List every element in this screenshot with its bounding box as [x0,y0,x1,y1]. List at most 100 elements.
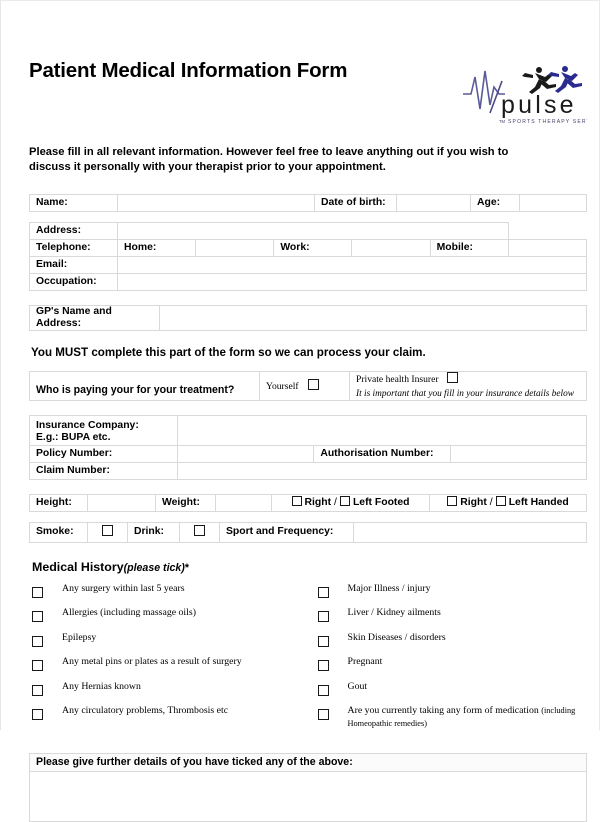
left-hand-checkbox[interactable] [495,496,506,507]
insurance-company-label-line2: E.g.: BUPA etc. [36,431,111,443]
payment-insurer-cell[interactable]: Private health Insurer It is important t… [349,370,587,401]
smoke-checkbox-cell[interactable] [87,521,128,543]
authorisation-number-input[interactable] [449,444,588,463]
checkbox-wrap [317,705,348,724]
identity-table: Name: Date of birth: Age: [29,193,587,212]
history-checkbox[interactable] [317,684,329,696]
name-label: Name: [29,193,118,212]
contact-table: Address: Telephone: Home: Work: Mobile: … [29,221,588,291]
table-row: Address: [29,221,587,240]
list-item[interactable]: Gout [317,681,588,700]
sport-input[interactable] [353,521,587,543]
left-hand-label: Left Handed [508,497,569,509]
occupation-input[interactable] [117,272,587,291]
list-item[interactable]: Are you currently taking any form of med… [317,705,588,731]
history-checkbox[interactable] [32,660,43,672]
policy-number-input[interactable] [176,444,315,463]
list-item[interactable]: Skin Diseases / disorders [317,632,588,651]
list-item[interactable]: Pregnant [317,656,588,675]
hand-separator: / [489,497,493,509]
payment-insurer-checkbox[interactable] [447,371,459,383]
history-checkbox[interactable] [317,611,329,623]
history-checkbox[interactable] [317,635,329,647]
pulse-logo: pulse SPORTS THERAPY SERVICES TM [461,61,587,127]
work-input[interactable] [351,238,431,257]
further-details-input[interactable] [29,770,587,822]
medical-history-heading: Medical History(please tick)* [32,560,587,574]
history-checkbox[interactable] [32,684,43,696]
list-item[interactable]: Major Illness / injury [317,583,588,602]
name-input[interactable] [117,193,315,212]
logo-wordmark: pulse [501,91,577,119]
list-item[interactable]: Allergies (including massage oils) [32,607,310,626]
medical-history-grid: Any surgery within last 5 years Allergie… [32,583,587,737]
work-label: Work: [273,238,353,257]
form-header: pulse SPORTS THERAPY SERVICES TM Patient… [29,60,587,133]
claim-number-input[interactable] [177,461,587,480]
further-details-section: Please give further details of you have … [29,752,587,822]
home-input[interactable] [195,238,275,257]
dob-input[interactable] [396,193,471,212]
checkbox-wrap [317,607,348,626]
list-item-label: Any metal pins or plates as a result of … [62,656,242,668]
gp-input[interactable] [159,304,587,331]
table-row [29,770,587,822]
must-complete-notice: You MUST complete this part of the form … [31,345,426,359]
email-input[interactable] [117,255,587,274]
table-row: Please give further details of you have … [29,752,587,772]
address-label: Address: [29,221,118,240]
history-checkbox[interactable] [32,635,43,647]
history-checkbox[interactable] [317,586,329,598]
handedness-cell[interactable]: Right / Left Handed [429,493,587,512]
drink-checkbox-cell[interactable] [179,521,220,543]
smoke-checkbox[interactable] [102,525,113,537]
checkbox-wrap [32,583,62,602]
further-details-table: Please give further details of you have … [29,752,587,822]
list-item-label: Any circulatory problems, Thrombosis etc [62,705,229,717]
medical-history-title: Medical History [32,559,124,574]
drink-checkbox[interactable] [194,525,205,537]
list-item[interactable]: Any circulatory problems, Thrombosis etc [32,705,310,724]
list-item[interactable]: Any surgery within last 5 years [32,583,310,602]
occupation-label: Occupation: [29,272,118,291]
payment-self-checkbox[interactable] [307,378,319,390]
table-row: Name: Date of birth: Age: [29,193,587,212]
right-hand-label: Right [460,497,487,509]
list-item[interactable]: Any metal pins or plates as a result of … [32,656,310,675]
footedness-cell[interactable]: Right / Left Footed [271,493,430,512]
history-checkbox[interactable] [317,709,329,721]
table-row: Telephone: Home: Work: Mobile: [29,238,588,257]
insurance-company-input[interactable] [177,414,587,446]
checkbox-wrap [317,656,348,675]
list-item[interactable]: Any Hernias known [32,681,310,700]
history-checkbox[interactable] [32,586,43,598]
table-row: Height: Weight: Right / Left Footed Right /… [29,493,587,512]
right-foot-checkbox[interactable] [291,496,302,507]
insurance-company-label-line1: Insurance Company: [36,419,139,431]
checkbox-wrap [317,681,348,700]
checkbox-wrap [32,632,62,651]
checkbox-wrap [32,681,62,700]
history-checkbox[interactable] [32,611,43,623]
right-hand-checkbox[interactable] [447,496,458,507]
left-foot-checkbox[interactable] [339,496,350,507]
address-input[interactable] [117,221,509,240]
gp-table: GP's Name and Address: [29,304,587,331]
medical-history-left-column: Any surgery within last 5 years Allergie… [32,583,310,737]
history-checkbox[interactable] [32,709,43,721]
age-input[interactable] [519,193,587,212]
list-item[interactable]: Epilepsy [32,632,310,651]
height-input[interactable] [87,493,156,512]
mobile-label: Mobile: [429,238,509,257]
payment-self-cell[interactable]: Yourself [259,370,350,401]
authorisation-number-label: Authorisation Number: [313,444,451,463]
age-label: Age: [470,193,520,212]
history-checkbox[interactable] [317,660,329,672]
insurance-company-label: Insurance Company: E.g.: BUPA etc. [29,414,178,446]
mobile-input[interactable] [507,238,588,257]
foot-separator: / [334,497,337,509]
weight-input[interactable] [215,493,272,512]
table-row: GP's Name and Address: [29,304,587,331]
list-item[interactable]: Liver / Kidney ailments [317,607,588,626]
further-details-label: Please give further details of you have … [29,752,587,772]
